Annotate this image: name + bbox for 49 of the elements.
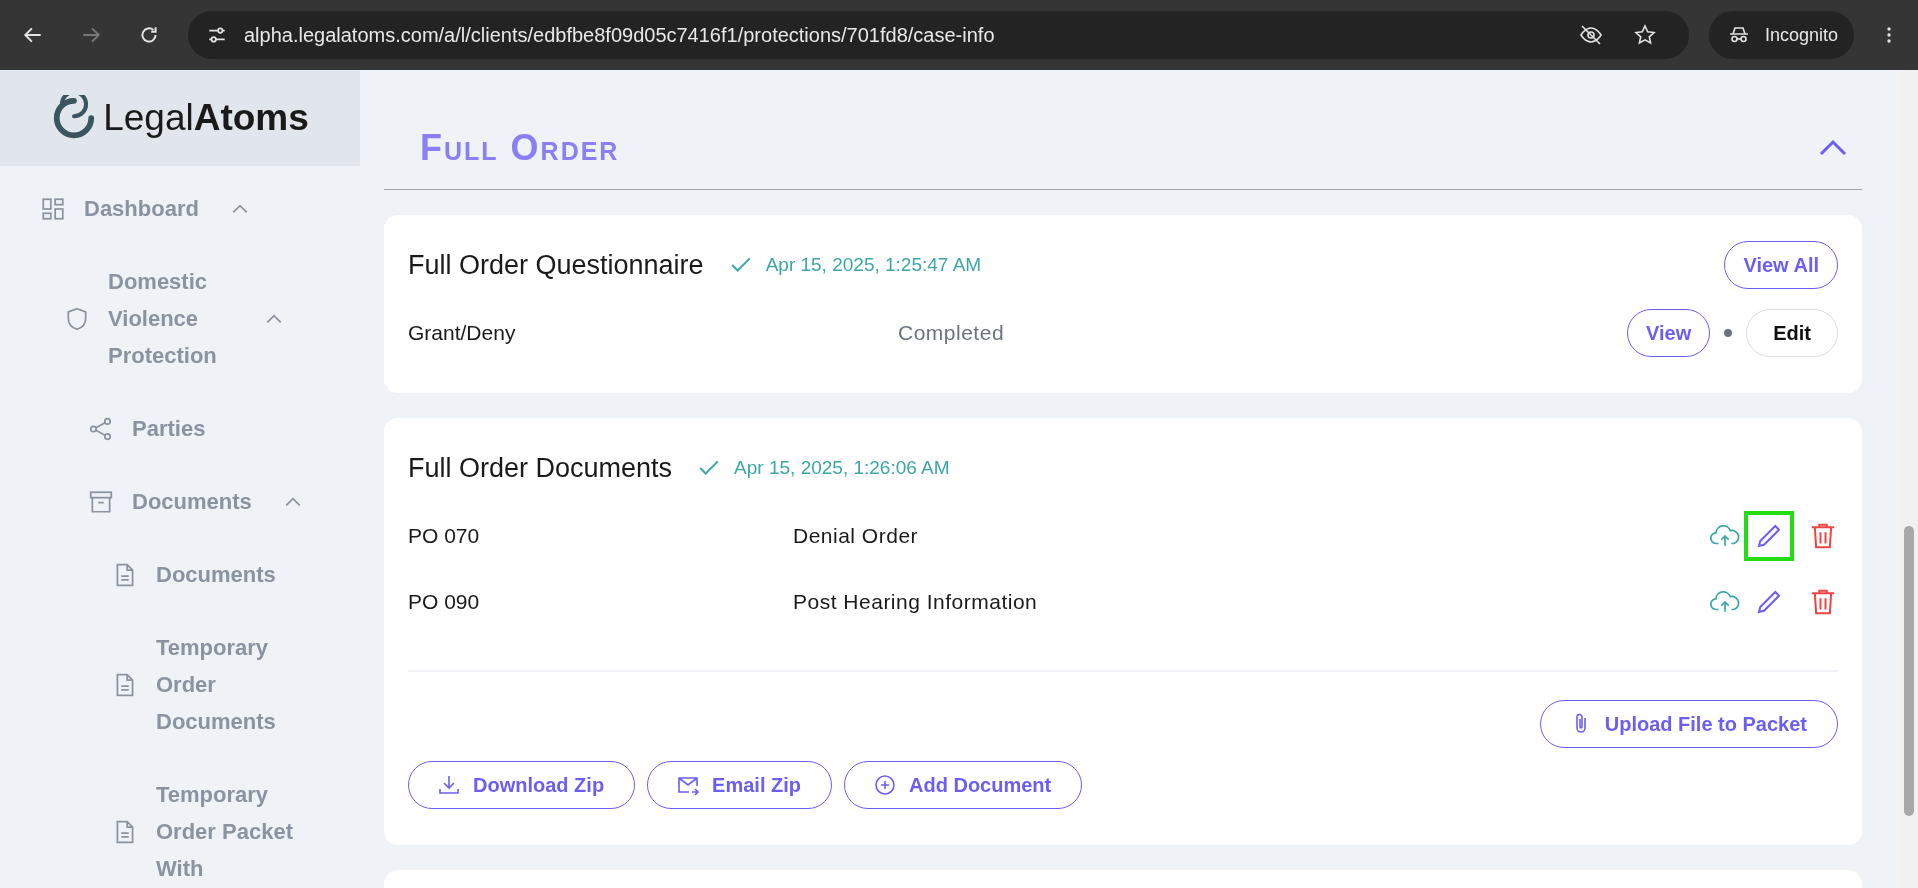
document-code: PO 070 — [408, 524, 481, 548]
download-button[interactable]: Download Zip — [408, 761, 636, 809]
check-icon — [698, 459, 721, 477]
profile-label: Incognito — [1764, 24, 1838, 46]
plus-circle-icon — [873, 773, 897, 797]
document-name: Denial Order — [793, 524, 920, 548]
grid-icon — [40, 195, 66, 222]
check-icon — [729, 256, 752, 274]
sidebar-item[interactable]: Documents — [132, 483, 252, 520]
profile-chip[interactable]: Incognito — [1708, 11, 1854, 59]
star-icon[interactable] — [1632, 23, 1657, 47]
edit-button[interactable]: Edit — [1746, 309, 1838, 357]
view-all-button[interactable]: View All — [1724, 241, 1838, 289]
menu-icon[interactable] — [1886, 24, 1892, 46]
document-name: Post Hearing Information — [793, 590, 1039, 614]
add-button[interactable]: Add Document — [844, 761, 1083, 809]
sidebar-item[interactable]: Temporary Order Documents — [156, 629, 296, 740]
sidebar-item[interactable]: Temporary Order Packet With — [156, 776, 296, 887]
sidebar-item[interactable]: Documents — [156, 556, 276, 593]
chevron-up-icon[interactable] — [1818, 138, 1848, 157]
chevron-up-icon[interactable] — [283, 495, 302, 508]
view-button[interactable]: View — [1627, 309, 1711, 357]
timestamp: Apr 15, 2025, 1:25:47 AM — [765, 254, 983, 276]
brand-name: LegalAtoms — [103, 97, 309, 139]
archive-icon — [88, 488, 114, 515]
sidebar-item[interactable]: Domestic Violence Protection — [108, 263, 233, 374]
chevron-up-icon[interactable] — [230, 202, 249, 215]
section-title: Full Order — [420, 126, 620, 169]
timestamp: Apr 15, 2025, 1:26:06 AM — [734, 457, 951, 479]
sidebar-item[interactable]: Dashboard — [84, 190, 199, 227]
document-code: PO 090 — [408, 590, 481, 614]
separator-dot — [1724, 329, 1733, 337]
scrollbar-thumb[interactable] — [1904, 526, 1914, 816]
card-title: Full Order Questionnaire — [408, 249, 704, 281]
share-icon — [88, 415, 114, 442]
scrollbar[interactable] — [1900, 70, 1918, 888]
eye-off-icon[interactable] — [1578, 23, 1603, 47]
status-text: Completed — [898, 321, 1006, 345]
upload-file-button[interactable]: Upload File to Packet — [1539, 700, 1838, 748]
url-text: alpha.legalatoms.com/a/l/clients/edbfbe8f09d05c7416f1/protections/701fd8/case-info — [244, 23, 996, 47]
sidebar-item[interactable]: Parties — [132, 410, 206, 447]
address-bar[interactable]: alpha.legalatoms.com/a/l/clients/edbfbe8f09d05c7416f1/protections/701fd8/case-info — [188, 11, 1689, 59]
question-name: Grant/Deny — [408, 321, 517, 345]
chevron-up-icon[interactable] — [265, 312, 283, 325]
reload-icon[interactable] — [138, 24, 160, 46]
shield-icon — [64, 305, 90, 332]
card-title: Full Order Documents — [408, 452, 673, 484]
download-icon — [437, 773, 461, 797]
email-button[interactable]: Email Zip — [647, 761, 832, 809]
